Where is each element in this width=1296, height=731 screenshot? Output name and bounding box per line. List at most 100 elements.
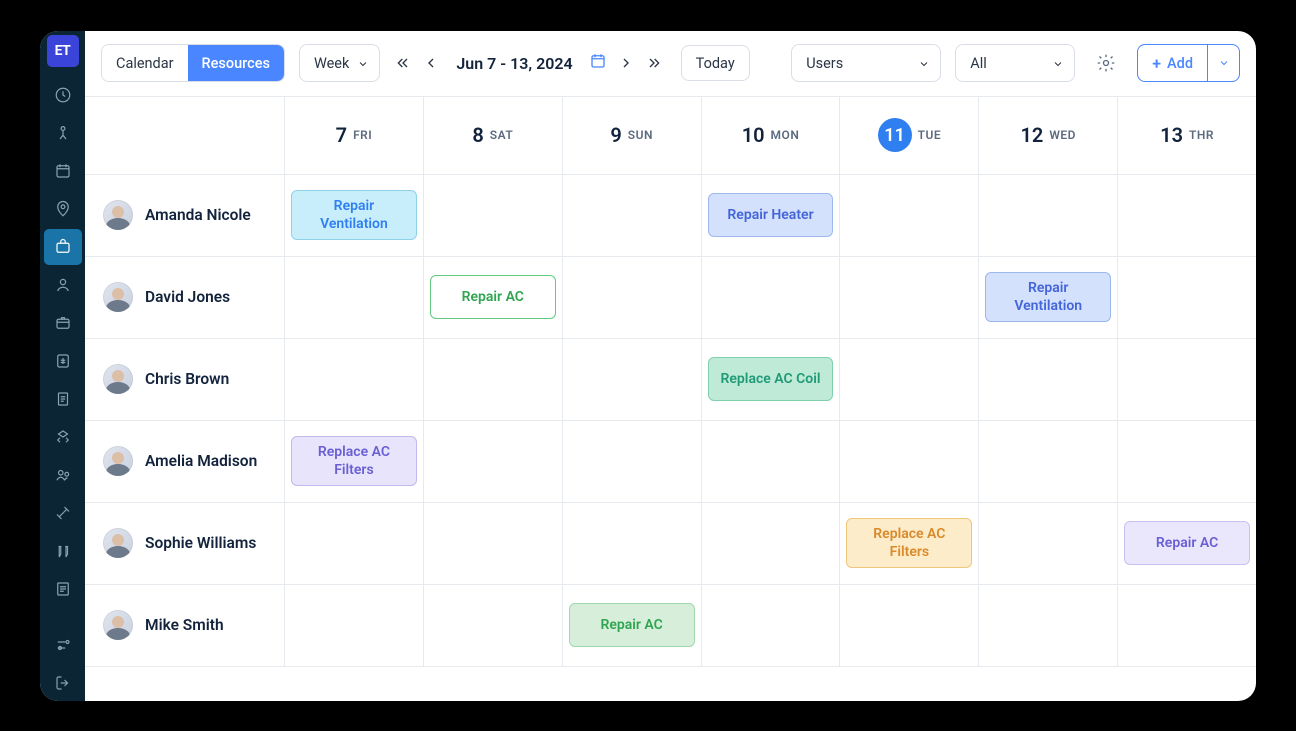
nav-settings[interactable] — [44, 627, 82, 663]
nav-next-fast[interactable] — [645, 54, 663, 72]
day-header[interactable]: 9SUN — [563, 97, 702, 174]
day-header[interactable]: 13THR — [1118, 97, 1256, 174]
day-label: SAT — [490, 128, 513, 142]
nav-partners[interactable] — [44, 419, 82, 455]
day-cell[interactable] — [285, 585, 424, 666]
nav-calendar[interactable] — [44, 153, 82, 189]
day-cell[interactable] — [840, 257, 979, 338]
brand-logo[interactable]: ET — [47, 35, 79, 67]
resource-name: Sophie Williams — [145, 534, 256, 552]
day-cell[interactable] — [840, 421, 979, 502]
day-cell[interactable] — [424, 421, 563, 502]
task-card[interactable]: Repair AC — [1124, 521, 1250, 565]
nav-jobs[interactable] — [44, 229, 82, 265]
day-cell[interactable]: Replace AC Coil — [702, 339, 841, 420]
day-cell[interactable]: Repair AC — [424, 257, 563, 338]
day-cell[interactable]: Repair AC — [1118, 503, 1256, 584]
task-card[interactable]: Repair Heater — [708, 193, 834, 237]
nav-map[interactable] — [44, 191, 82, 227]
day-header[interactable]: 11TUE — [840, 97, 979, 174]
day-cell[interactable]: Replace AC Filters — [840, 503, 979, 584]
day-cell[interactable] — [979, 585, 1118, 666]
nav-logout[interactable] — [44, 665, 82, 701]
filter-all[interactable]: All — [955, 44, 1075, 82]
resource-cell[interactable]: David Jones — [85, 257, 285, 338]
calendar-icon[interactable] — [589, 52, 607, 74]
day-cell[interactable] — [563, 339, 702, 420]
day-cell[interactable] — [1118, 585, 1256, 666]
day-header[interactable]: 8SAT — [424, 97, 563, 174]
view-toggle-calendar[interactable]: Calendar — [102, 45, 188, 81]
add-button-dropdown[interactable] — [1207, 45, 1239, 81]
resource-cell[interactable]: Amelia Madison — [85, 421, 285, 502]
resource-cell[interactable]: Chris Brown — [85, 339, 285, 420]
day-number: 12 — [1020, 123, 1043, 147]
nav-next[interactable] — [617, 54, 635, 72]
nav-reports[interactable] — [44, 571, 82, 607]
task-card[interactable]: Repair Ventilation — [291, 190, 417, 240]
nav-archive[interactable] — [44, 305, 82, 341]
day-cell[interactable]: Replace AC Filters — [285, 421, 424, 502]
day-cell[interactable] — [702, 503, 841, 584]
task-card[interactable]: Replace AC Filters — [846, 518, 972, 568]
resource-cell[interactable]: Mike Smith — [85, 585, 285, 666]
day-cell[interactable]: Repair Ventilation — [979, 257, 1118, 338]
day-cell[interactable] — [840, 339, 979, 420]
task-card[interactable]: Replace AC Filters — [291, 436, 417, 486]
day-cell[interactable]: Repair Ventilation — [285, 175, 424, 256]
nav-dispatch[interactable] — [44, 115, 82, 151]
filter-users[interactable]: Users — [791, 44, 941, 82]
day-cell[interactable] — [1118, 175, 1256, 256]
task-card[interactable]: Repair AC — [569, 603, 695, 647]
day-cell[interactable] — [563, 257, 702, 338]
day-header[interactable]: 10MON — [702, 97, 841, 174]
day-cell[interactable] — [702, 257, 841, 338]
nav-docs[interactable] — [44, 381, 82, 417]
today-button[interactable]: Today — [681, 45, 750, 81]
resource-cell[interactable]: Sophie Williams — [85, 503, 285, 584]
task-card[interactable]: Repair AC — [430, 275, 556, 319]
day-cell[interactable] — [424, 585, 563, 666]
day-cell[interactable] — [1118, 421, 1256, 502]
day-header[interactable]: 7FRI — [285, 97, 424, 174]
day-cell[interactable] — [285, 339, 424, 420]
day-cell[interactable] — [979, 175, 1118, 256]
range-selector[interactable]: Week — [299, 44, 380, 82]
day-cell[interactable] — [702, 421, 841, 502]
view-toggle-resources[interactable]: Resources — [188, 45, 284, 81]
day-cell[interactable] — [424, 503, 563, 584]
nav-customers[interactable] — [44, 267, 82, 303]
add-button-label: Add — [1167, 55, 1193, 72]
nav-prev-fast[interactable] — [394, 54, 412, 72]
nav-feedback[interactable] — [44, 533, 82, 569]
nav-tools[interactable] — [44, 495, 82, 531]
day-label: TUE — [918, 128, 942, 142]
task-card[interactable]: Replace AC Coil — [708, 357, 834, 401]
day-cell[interactable] — [979, 503, 1118, 584]
day-cell[interactable] — [563, 421, 702, 502]
nav-dashboard[interactable] — [44, 77, 82, 113]
day-cell[interactable] — [979, 339, 1118, 420]
day-cell[interactable] — [979, 421, 1118, 502]
day-cell[interactable] — [285, 257, 424, 338]
day-cell[interactable] — [285, 503, 424, 584]
add-button[interactable]: + Add — [1138, 45, 1207, 81]
day-cell[interactable] — [563, 175, 702, 256]
nav-billing[interactable] — [44, 343, 82, 379]
nav-prev[interactable] — [422, 54, 440, 72]
task-card[interactable]: Repair Ventilation — [985, 272, 1111, 322]
day-header[interactable]: 12WED — [979, 97, 1118, 174]
day-cell[interactable] — [702, 585, 841, 666]
settings-button[interactable] — [1089, 46, 1123, 80]
day-cell[interactable]: Repair AC — [563, 585, 702, 666]
day-cell[interactable] — [1118, 339, 1256, 420]
day-cell[interactable] — [563, 503, 702, 584]
day-cell[interactable] — [424, 175, 563, 256]
nav-team[interactable] — [44, 457, 82, 493]
day-cell[interactable] — [840, 585, 979, 666]
resource-cell[interactable]: Amanda Nicole — [85, 175, 285, 256]
day-cell[interactable]: Repair Heater — [702, 175, 841, 256]
day-cell[interactable] — [840, 175, 979, 256]
day-cell[interactable] — [1118, 257, 1256, 338]
day-cell[interactable] — [424, 339, 563, 420]
